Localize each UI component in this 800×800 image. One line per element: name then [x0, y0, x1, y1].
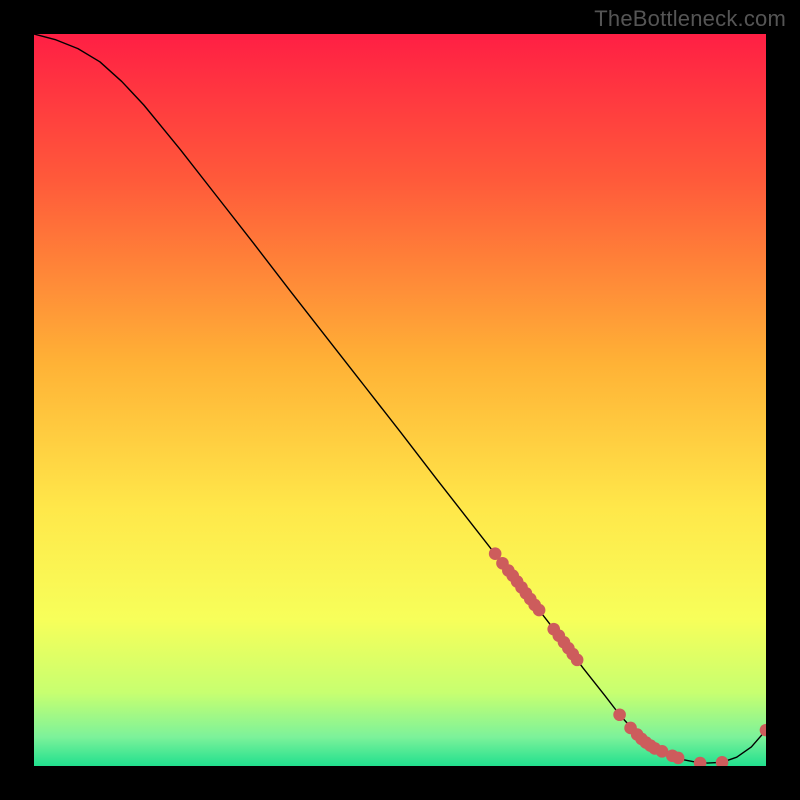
chart-stage: TheBottleneck.com — [0, 0, 800, 800]
gpu-marks-floor-dot — [672, 752, 685, 765]
plot-background — [34, 34, 766, 766]
gpu-marks-upper-dot — [533, 604, 546, 617]
bottleneck-chart — [34, 34, 766, 766]
gpu-marks-upper-dot — [571, 654, 584, 667]
watermark-text: TheBottleneck.com — [594, 6, 786, 32]
gpu-marks-floor-dot — [613, 708, 626, 721]
